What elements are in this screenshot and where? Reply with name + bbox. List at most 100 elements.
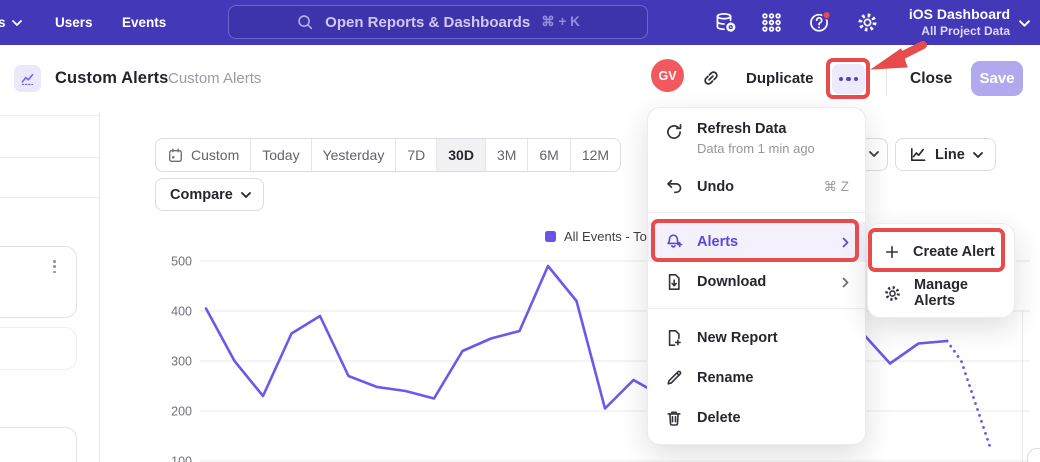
menu-item-refresh-data[interactable]: Refresh Data Data from 1 min ago <box>648 115 865 165</box>
chart-legend: All Events - Total <box>545 229 661 244</box>
menu-item-label: Delete <box>697 410 741 426</box>
chevron-right-icon <box>842 277 849 288</box>
menu-item-download[interactable]: Download <box>648 263 865 301</box>
nav-item-truncated[interactable]: s <box>0 0 22 45</box>
compare-label: Compare <box>170 187 233 203</box>
sidebar-divider <box>0 157 99 158</box>
undo-icon <box>664 177 684 197</box>
range-6m[interactable]: 6M <box>528 139 570 171</box>
menu-item-label: Alerts <box>697 234 738 250</box>
svg-text:500: 500 <box>171 255 192 269</box>
menu-item-sublabel: Data from 1 min ago <box>697 141 815 156</box>
sidebar-divider <box>0 115 99 116</box>
chevron-down-icon <box>1019 20 1030 27</box>
bell-plus-icon <box>664 232 684 252</box>
chevron-down-icon <box>241 192 251 198</box>
range-7d[interactable]: 7D <box>396 139 437 171</box>
top-nav: s Users Events Open Reports & Dashboards… <box>0 0 1040 45</box>
line-chart-icon <box>908 145 927 164</box>
plus-icon <box>883 243 901 261</box>
submenu-item-manage-alerts[interactable]: Manage Alerts <box>868 273 1014 313</box>
search-placeholder: Open Reports & Dashboards <box>325 14 530 31</box>
calendar-icon <box>167 147 184 164</box>
refresh-icon <box>664 122 684 142</box>
submenu-item-label: Manage Alerts <box>914 277 999 309</box>
copy-link-icon[interactable] <box>700 67 722 89</box>
nav-item-truncated-label: s <box>0 15 6 30</box>
menu-item-label: Undo <box>697 179 734 195</box>
alerts-submenu: Create Alert Manage Alerts <box>867 223 1015 318</box>
help-icon[interactable] <box>808 11 831 34</box>
range-yesterday[interactable]: Yesterday <box>312 139 397 171</box>
chevron-down-icon <box>869 151 879 157</box>
settings-gear-icon[interactable] <box>856 11 879 34</box>
menu-item-label: Download <box>697 274 766 290</box>
date-range-control: Custom Today Yesterday 7D 30D 3M 6M 12M <box>155 138 621 172</box>
file-download-icon <box>664 272 684 292</box>
svg-text:300: 300 <box>171 355 192 369</box>
avatar[interactable]: GV <box>651 59 684 92</box>
save-button[interactable]: Save <box>971 61 1023 96</box>
chevron-right-icon <box>842 237 849 248</box>
range-today[interactable]: Today <box>251 139 311 171</box>
sidebar-card[interactable] <box>0 246 77 318</box>
breadcrumb: Custom Alerts <box>168 45 261 112</box>
chart-type-label: Line <box>935 147 965 163</box>
range-custom[interactable]: Custom <box>156 139 251 171</box>
svg-text:400: 400 <box>171 305 192 319</box>
menu-item-label: Refresh Data <box>697 121 786 137</box>
menu-item-shortcut: ⌘ Z <box>824 179 850 195</box>
svg-text:200: 200 <box>171 405 192 419</box>
header-divider <box>886 62 887 96</box>
panel-edge <box>1022 310 1023 462</box>
menu-item-new-report[interactable]: New Report <box>648 318 865 358</box>
screen: s Users Events Open Reports & Dashboards… <box>0 0 1040 462</box>
range-3m[interactable]: 3M <box>486 139 528 171</box>
pencil-icon <box>664 368 684 388</box>
apps-grid-icon[interactable] <box>760 11 783 34</box>
close-button[interactable]: Close <box>910 45 952 112</box>
sidebar-card[interactable] <box>0 427 77 462</box>
project-selector[interactable]: iOS Dashboard All Project Data <box>909 6 1010 38</box>
legend-swatch <box>545 231 556 242</box>
search-icon <box>296 13 314 31</box>
trash-icon <box>664 408 684 428</box>
report-chart-icon <box>14 65 41 92</box>
duplicate-button[interactable]: Duplicate <box>746 45 814 112</box>
nav-item-events[interactable]: Events <box>122 0 166 45</box>
menu-item-delete[interactable]: Delete <box>648 398 865 438</box>
report-header-bar: Custom Alerts Custom Alerts GV Duplicate… <box>0 45 1040 112</box>
more-options-menu: Refresh Data Data from 1 min ago Undo ⌘ … <box>647 107 866 445</box>
menu-item-label: Rename <box>697 370 753 386</box>
range-label: Custom <box>191 147 239 163</box>
chevron-down-icon <box>12 20 22 26</box>
search-input[interactable]: Open Reports & Dashboards ⌘ + K <box>228 5 648 39</box>
range-12m[interactable]: 12M <box>571 139 620 171</box>
project-scope: All Project Data <box>909 24 1010 38</box>
menu-item-rename[interactable]: Rename <box>648 358 865 398</box>
project-name: iOS Dashboard <box>909 6 1010 23</box>
card-more-icon[interactable] <box>53 260 56 273</box>
chevron-down-icon <box>973 152 983 158</box>
page-title: Custom Alerts <box>55 45 168 112</box>
sidebar-divider <box>0 197 99 198</box>
gear-icon <box>883 284 902 303</box>
more-options-button[interactable] <box>832 64 865 94</box>
range-30d[interactable]: 30D <box>437 139 486 171</box>
submenu-item-label: Create Alert <box>913 244 995 260</box>
chart-type-button[interactable]: Line <box>895 138 996 171</box>
menu-divider <box>648 308 865 309</box>
nav-item-users[interactable]: Users <box>55 0 93 45</box>
panel-corner <box>1027 448 1040 462</box>
submenu-item-create-alert[interactable]: Create Alert <box>868 231 1014 273</box>
sidebar-card[interactable] <box>0 327 77 370</box>
menu-item-label: New Report <box>697 330 778 346</box>
menu-item-undo[interactable]: Undo ⌘ Z <box>648 169 865 205</box>
svg-text:100: 100 <box>171 455 192 462</box>
file-plus-icon <box>664 328 684 348</box>
data-management-icon[interactable] <box>714 11 737 34</box>
search-shortcut: ⌘ + K <box>541 14 580 30</box>
menu-item-alerts[interactable]: Alerts <box>648 222 865 262</box>
compare-button[interactable]: Compare <box>155 178 264 211</box>
menu-divider <box>648 212 865 213</box>
